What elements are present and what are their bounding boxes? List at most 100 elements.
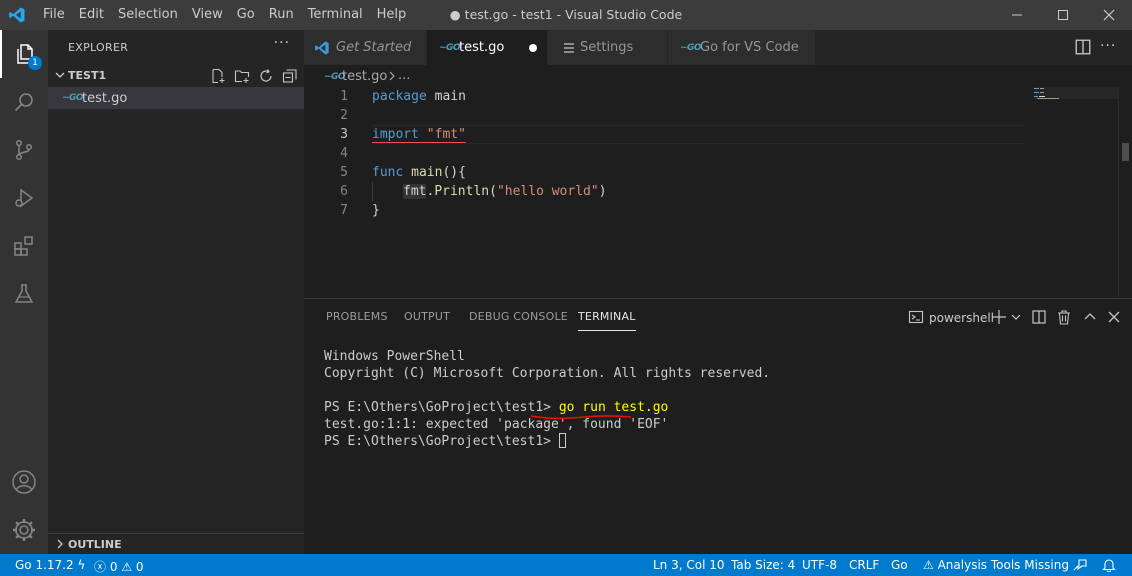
- line-number: 7: [340, 203, 348, 218]
- line-number: 4: [340, 146, 348, 161]
- editor-scrollbar[interactable]: [1118, 87, 1132, 297]
- encoding-status[interactable]: UTF-8: [802, 558, 837, 572]
- menu-selection[interactable]: Selection: [111, 0, 185, 30]
- menu-view[interactable]: View: [185, 0, 230, 30]
- editor-tabs: Get Started ~GO test.go Settings ~GO Go …: [304, 30, 1132, 65]
- file-item-test-go[interactable]: ~GO test.go: [48, 87, 304, 109]
- code-string: "hello world": [496, 184, 599, 199]
- code-identifier: main: [426, 89, 466, 104]
- vscode-logo-icon: [9, 7, 25, 23]
- chevron-down-icon: [55, 72, 65, 78]
- minimize-icon: [1012, 14, 1022, 16]
- code-editor[interactable]: 1 2 3 4 5 6 7 package main import "fmt" …: [304, 87, 1132, 297]
- tab-problems[interactable]: PROBLEMS: [326, 310, 388, 323]
- language-status[interactable]: Go: [891, 558, 908, 572]
- eol-status[interactable]: CRLF: [849, 558, 879, 572]
- go-version-label: Go 1.17.2: [15, 558, 74, 572]
- collapse-all-icon[interactable]: [282, 68, 298, 84]
- menu-go[interactable]: Go: [230, 0, 262, 30]
- kill-terminal-button[interactable]: [1055, 308, 1073, 326]
- go-version-status[interactable]: Go 1.17.2 ϟ: [15, 558, 85, 572]
- activity-accounts[interactable]: [0, 458, 48, 506]
- editor-more-actions[interactable]: ···: [1100, 38, 1116, 54]
- code-line: import "fmt": [372, 125, 466, 144]
- tab-get-started[interactable]: Get Started: [304, 30, 427, 65]
- menu-run[interactable]: Run: [262, 0, 301, 30]
- tab-debug-console[interactable]: DEBUG CONSOLE: [469, 310, 568, 323]
- bell-icon[interactable]: [1102, 558, 1116, 572]
- settings-list-icon: [564, 43, 574, 53]
- folder-name: TEST1: [68, 69, 107, 82]
- explorer-more-actions[interactable]: ···: [274, 35, 290, 51]
- activity-source-control[interactable]: [0, 126, 48, 174]
- menu-help[interactable]: Help: [370, 0, 414, 30]
- tab-label: Get Started: [336, 40, 412, 55]
- refresh-icon[interactable]: [258, 68, 274, 84]
- unsaved-dot-icon[interactable]: [529, 44, 537, 52]
- code-function: main: [403, 165, 443, 180]
- lightning-icon: ϟ: [77, 558, 86, 572]
- breadcrumb-more[interactable]: ...: [398, 68, 410, 83]
- activity-explorer[interactable]: 1: [0, 30, 48, 78]
- red-underline-annotation: [530, 415, 632, 420]
- menu-edit[interactable]: Edit: [72, 0, 111, 30]
- split-editor-icon[interactable]: [1074, 38, 1092, 56]
- split-terminal-button[interactable]: [1030, 308, 1048, 326]
- tab-size-status[interactable]: Tab Size: 4: [731, 558, 795, 572]
- analysis-tools-status[interactable]: ⚠ Analysis Tools Missing: [923, 558, 1069, 572]
- terminal-line: Copyright (C) Microsoft Corporation. All…: [324, 366, 771, 381]
- terminal-dropdown-button[interactable]: [1007, 308, 1025, 326]
- cursor-position-status[interactable]: Ln 3, Col 10: [653, 558, 725, 572]
- new-terminal-button[interactable]: [990, 308, 1008, 326]
- close-window-button[interactable]: [1086, 0, 1132, 30]
- problems-status[interactable]: ⓧ 0 ⚠ 0: [94, 558, 144, 575]
- code-punct: ): [598, 184, 607, 199]
- close-panel-button[interactable]: [1105, 308, 1123, 326]
- warning-count: 0: [135, 560, 144, 574]
- status-bar: Go 1.17.2 ϟ ⓧ 0 ⚠ 0 Ln 3, Col 10 Tab Siz…: [0, 554, 1132, 576]
- line-number: 3: [340, 127, 348, 142]
- minimap[interactable]: [1034, 87, 1118, 297]
- outline-section[interactable]: OUTLINE: [48, 533, 304, 554]
- folder-row-test1[interactable]: TEST1: [48, 65, 304, 87]
- scrollbar-thumb[interactable]: [1122, 143, 1129, 161]
- activity-run-debug[interactable]: [0, 174, 48, 222]
- code-punct: (: [489, 184, 497, 199]
- tab-output[interactable]: OUTPUT: [404, 310, 450, 323]
- source-control-icon: [15, 139, 33, 161]
- tab-settings[interactable]: Settings: [548, 30, 668, 65]
- beaker-icon: [14, 284, 34, 303]
- feedback-icon[interactable]: [1072, 558, 1088, 572]
- terminal-shell-selector[interactable]: powershell: [929, 311, 994, 325]
- code-package: fmt: [403, 184, 427, 199]
- tab-terminal[interactable]: TERMINAL: [578, 310, 636, 331]
- line-number: 2: [340, 108, 348, 123]
- activity-testing[interactable]: [0, 270, 48, 318]
- minimize-button[interactable]: [994, 0, 1040, 30]
- maximize-icon: [1058, 10, 1068, 20]
- maximize-button[interactable]: [1040, 0, 1086, 30]
- error-icon: ⓧ: [94, 560, 107, 574]
- line-number: 5: [340, 165, 348, 180]
- tab-test-go[interactable]: ~GO test.go: [427, 30, 548, 65]
- activity-manage[interactable]: [0, 506, 48, 554]
- maximize-panel-button[interactable]: [1081, 308, 1099, 326]
- terminal-shell-icon-button[interactable]: [907, 308, 925, 326]
- code-line: fmt.Println("hello world"): [403, 182, 607, 201]
- line-number: 1: [340, 89, 348, 104]
- close-icon: [1103, 9, 1115, 21]
- go-file-icon: ~GO: [62, 93, 84, 103]
- activity-search[interactable]: [0, 78, 48, 126]
- terminal-prompt: PS E:\Others\GoProject\test1>: [324, 434, 559, 449]
- menu-file[interactable]: File: [36, 0, 72, 30]
- explorer-badge: 1: [28, 56, 42, 70]
- outline-label: OUTLINE: [68, 538, 122, 551]
- tab-go-for-vscode[interactable]: ~GO Go for VS Code: [668, 30, 816, 65]
- new-folder-icon[interactable]: [234, 68, 250, 84]
- activity-extensions[interactable]: [0, 222, 48, 270]
- breadcrumb-file[interactable]: test.go: [342, 69, 387, 84]
- bottom-panel: PROBLEMS OUTPUT DEBUG CONSOLE TERMINAL p…: [304, 298, 1132, 554]
- new-file-icon[interactable]: [210, 68, 226, 84]
- menu-terminal[interactable]: Terminal: [301, 0, 370, 30]
- extensions-icon: [14, 236, 33, 256]
